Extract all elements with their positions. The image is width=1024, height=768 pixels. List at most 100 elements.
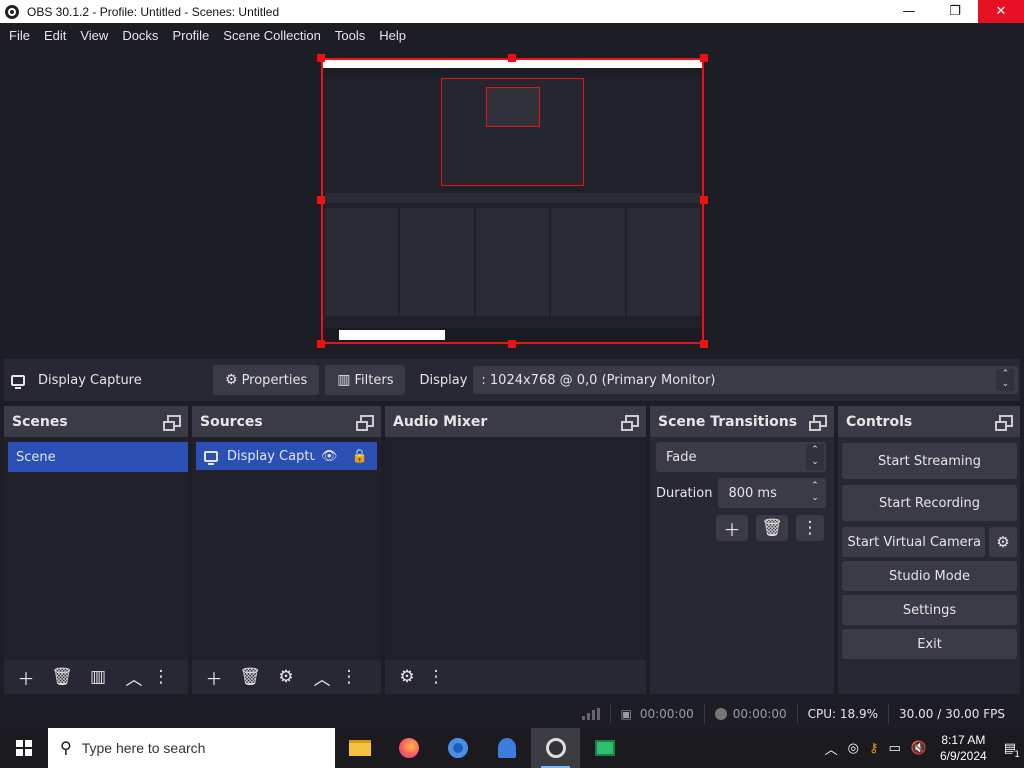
start-recording-button[interactable]: Start Recording bbox=[842, 485, 1017, 521]
scene-filters-button[interactable]: ▥ bbox=[82, 664, 114, 690]
gears-icon: ⚙ bbox=[399, 667, 415, 687]
resize-handle[interactable] bbox=[700, 340, 708, 348]
studio-mode-button[interactable]: Studio Mode bbox=[842, 561, 1017, 591]
clock-date: 6/9/2024 bbox=[939, 749, 987, 763]
display-label: Display bbox=[419, 372, 468, 388]
source-properties-button[interactable]: ⚙ bbox=[270, 664, 302, 690]
move-source-up-button[interactable]: ︿ bbox=[306, 664, 338, 690]
obs-app[interactable] bbox=[531, 728, 580, 768]
settings-button[interactable]: Settings bbox=[842, 595, 1017, 625]
scene-transitions-title: Scene Transitions bbox=[658, 413, 798, 430]
minimize-button[interactable]: — bbox=[886, 0, 932, 23]
list-item[interactable]: Scene bbox=[8, 442, 188, 472]
sources-title: Sources bbox=[200, 413, 263, 430]
add-source-button[interactable]: ＋ bbox=[198, 664, 230, 690]
display-select-value: : 1024x768 @ 0,0 (Primary Monitor) bbox=[481, 372, 716, 388]
remove-source-button[interactable]: 🗑 bbox=[234, 664, 266, 690]
clock[interactable]: 8:17 AM 6/9/2024 bbox=[940, 732, 987, 764]
chevron-up-down-icon: ⌃ ⌄ bbox=[806, 444, 824, 470]
window-title: OBS 30.1.2 - Profile: Untitled - Scenes:… bbox=[27, 4, 280, 19]
scenes-list: Scene bbox=[4, 437, 188, 660]
controls-dock: Controls Start Streaming Start Recording… bbox=[838, 406, 1020, 694]
advanced-audio-button[interactable]: ⚙ bbox=[391, 664, 423, 690]
menu-docks[interactable]: Docks bbox=[115, 28, 165, 43]
remove-scene-button[interactable]: 🗑 bbox=[46, 664, 78, 690]
audio-more-button[interactable]: ⋮ bbox=[427, 664, 445, 690]
resize-handle[interactable] bbox=[317, 196, 325, 204]
menu-view[interactable]: View bbox=[73, 28, 115, 43]
filter-icon: ▥ bbox=[337, 372, 351, 388]
preview-canvas[interactable] bbox=[321, 58, 704, 344]
filter-icon: ▥ bbox=[89, 667, 107, 687]
menu-scene-collection[interactable]: Scene Collection bbox=[216, 28, 328, 43]
trash-icon: 🗑 bbox=[51, 667, 73, 687]
resize-handle[interactable] bbox=[317, 340, 325, 348]
obs-tray-icon[interactable]: ◎ bbox=[848, 741, 859, 756]
undock-icon[interactable] bbox=[995, 415, 1013, 431]
network-status bbox=[572, 708, 610, 720]
undock-icon[interactable] bbox=[356, 415, 374, 431]
firefox-app[interactable] bbox=[384, 728, 433, 768]
duration-stepper[interactable]: 800 ms ⌃ ⌄ bbox=[718, 478, 826, 508]
restore-button[interactable]: ❐ bbox=[932, 0, 978, 23]
menu-tools[interactable]: Tools bbox=[328, 28, 372, 43]
nested-search bbox=[339, 330, 445, 340]
start-button[interactable] bbox=[0, 728, 48, 768]
more-vertical-icon: ⋮ bbox=[427, 667, 445, 687]
list-item[interactable]: Display Captur 👁 🔒 bbox=[196, 442, 377, 470]
move-scene-up-button[interactable]: ︿ bbox=[118, 664, 150, 690]
menu-profile[interactable]: Profile bbox=[165, 28, 216, 43]
notification-icon[interactable]: ▤ 1 bbox=[1004, 741, 1022, 760]
transition-select[interactable]: Fade ⌃ ⌄ bbox=[656, 442, 826, 472]
nested-menu-bar bbox=[323, 68, 702, 75]
trash-icon: 🗑 bbox=[761, 518, 783, 538]
transition-more-button[interactable]: ⋮ bbox=[796, 515, 824, 541]
undock-icon[interactable] bbox=[163, 415, 181, 431]
undock-icon[interactable] bbox=[621, 415, 639, 431]
resize-handle[interactable] bbox=[700, 196, 708, 204]
nested-preview bbox=[441, 78, 584, 186]
network-icon[interactable]: ▭ bbox=[889, 741, 901, 756]
remove-transition-button[interactable]: 🗑 bbox=[756, 515, 788, 541]
filters-button[interactable]: ▥ Filters bbox=[325, 365, 406, 395]
chrome-icon bbox=[447, 738, 468, 758]
add-scene-button[interactable]: ＋ bbox=[10, 664, 42, 690]
key-icon[interactable]: ⚷ bbox=[869, 741, 879, 756]
start-streaming-button[interactable]: Start Streaming bbox=[842, 443, 1017, 479]
scene-label: Scene bbox=[16, 449, 56, 465]
virtual-camera-settings-button[interactable]: ⚙ bbox=[989, 527, 1017, 557]
lock-icon[interactable]: 🔒 bbox=[352, 449, 368, 464]
source-more-button[interactable]: ⋮ bbox=[341, 664, 358, 690]
menu-bar: File Edit View Docks Profile Scene Colle… bbox=[0, 23, 1024, 47]
fps-status: 30.00 / 30.00 FPS bbox=[899, 707, 1005, 721]
resize-handle[interactable] bbox=[700, 54, 708, 62]
file-explorer-app[interactable] bbox=[335, 728, 384, 768]
chevron-up-icon[interactable]: ︿ bbox=[825, 739, 838, 758]
chrome-app[interactable] bbox=[433, 728, 482, 768]
screenshot-app[interactable] bbox=[580, 728, 629, 768]
volume-muted-icon[interactable]: 🔇 bbox=[911, 741, 927, 756]
sources-dock-header: Sources bbox=[192, 406, 381, 437]
stream-icon: ▣ bbox=[620, 707, 632, 721]
resize-handle[interactable] bbox=[508, 340, 516, 348]
eye-icon[interactable]: 👁 bbox=[321, 449, 338, 464]
menu-file[interactable]: File bbox=[2, 28, 37, 43]
record-status: 00:00:00 bbox=[705, 707, 797, 721]
undock-icon[interactable] bbox=[809, 415, 827, 431]
start-virtual-camera-button[interactable]: Start Virtual Camera bbox=[842, 527, 985, 557]
taskbar-search[interactable]: ⚲ Type here to search bbox=[48, 728, 335, 768]
resize-handle[interactable] bbox=[317, 54, 325, 62]
resize-handle[interactable] bbox=[508, 54, 516, 62]
exit-button[interactable]: Exit bbox=[842, 629, 1017, 659]
display-select[interactable]: : 1024x768 @ 0,0 (Primary Monitor) ⌃ ⌄ bbox=[473, 366, 1019, 394]
trash-icon: 🗑 bbox=[239, 667, 261, 687]
menu-help[interactable]: Help bbox=[372, 28, 413, 43]
add-transition-button[interactable]: ＋ bbox=[716, 515, 748, 541]
nested-source-toolbar bbox=[325, 193, 700, 203]
app-icon-blue[interactable] bbox=[482, 728, 531, 768]
chevron-up-down-icon[interactable]: ⌃ ⌄ bbox=[806, 480, 824, 506]
menu-edit[interactable]: Edit bbox=[37, 28, 73, 43]
close-button[interactable]: ✕ bbox=[978, 0, 1024, 23]
properties-button[interactable]: ⚙ Properties bbox=[213, 365, 320, 395]
scene-more-button[interactable]: ⋮ bbox=[153, 664, 170, 690]
